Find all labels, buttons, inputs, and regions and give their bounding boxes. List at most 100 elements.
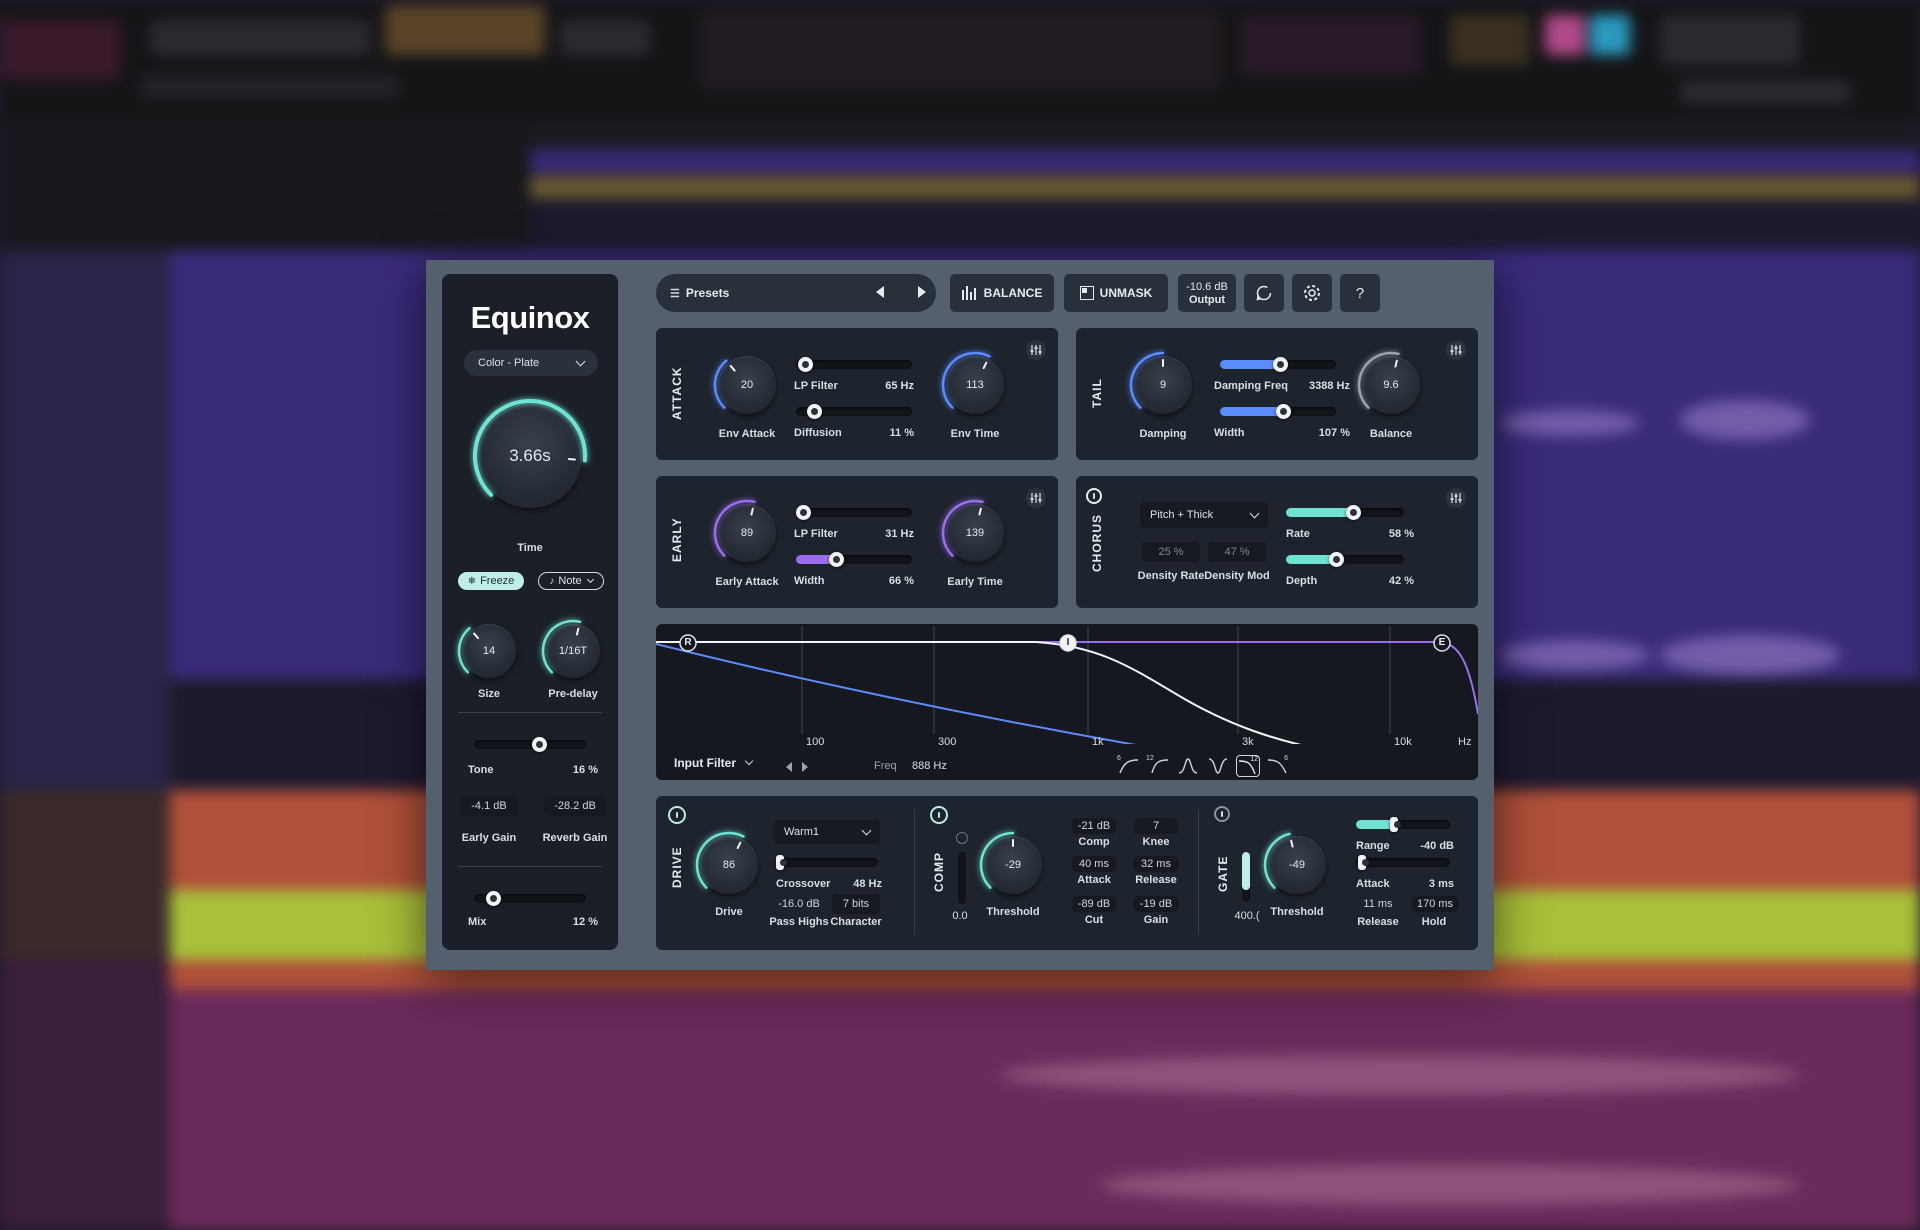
highpass-6db-icon[interactable]: 6 (1116, 755, 1140, 777)
density-mod-field[interactable]: 47 % (1208, 542, 1266, 562)
knee-field[interactable]: 7 (1134, 818, 1178, 834)
panel-settings-icon[interactable] (1446, 488, 1466, 508)
early-attack-knob[interactable]: 89 (713, 499, 776, 562)
diffusion-slider[interactable] (796, 404, 912, 419)
reverb-gain-field[interactable]: -28.2 dB (544, 796, 606, 816)
pass-highs-field[interactable]: -16.0 dB (774, 894, 824, 914)
crossover-slider[interactable] (776, 855, 878, 870)
time-value: 3.66s (509, 446, 551, 465)
damping-freq-slider[interactable] (1220, 357, 1336, 372)
slider-thumb[interactable] (1329, 552, 1345, 567)
lowpass-6db-icon[interactable]: 6 (1266, 755, 1290, 777)
panel-settings-icon[interactable] (1026, 488, 1046, 508)
output-gain-control[interactable]: -10.6 dB Output (1178, 274, 1236, 312)
snowflake-icon: ❄ (467, 575, 477, 587)
mix-slider[interactable] (474, 891, 586, 906)
filter-node-i-label: I (1066, 637, 1070, 648)
tail-width-slider[interactable] (1220, 404, 1336, 419)
gate-range-slider[interactable] (1356, 817, 1450, 832)
env-time-knob[interactable]: 113 (941, 351, 1004, 414)
slider-thumb[interactable] (1390, 817, 1402, 832)
next-preset-icon[interactable] (918, 286, 926, 298)
panel-settings-icon[interactable] (1026, 340, 1046, 360)
damping-knob[interactable]: 9 (1129, 351, 1192, 414)
comp-attack-field[interactable]: 40 ms (1072, 856, 1116, 872)
comp-threshold-knob[interactable]: -29 (979, 831, 1042, 894)
chorus-mode-dropdown[interactable]: Pitch + Thick (1140, 502, 1268, 528)
comp-release-field[interactable]: 32 ms (1134, 856, 1178, 872)
early-lp-filter-slider[interactable] (796, 505, 912, 520)
gate-release-field[interactable]: 11 ms (1356, 896, 1400, 912)
early-gain-field[interactable]: -4.1 dB (460, 796, 518, 816)
early-width-slider[interactable] (796, 552, 912, 567)
density-rate-field[interactable]: 25 % (1142, 542, 1200, 562)
help-button[interactable]: ? (1340, 274, 1380, 312)
env-attack-knob[interactable]: 20 (713, 356, 776, 414)
chorus-power-icon[interactable] (1086, 488, 1102, 504)
previous-filter-icon[interactable] (786, 762, 792, 772)
freeze-toggle[interactable]: ❄ Freeze (458, 572, 524, 590)
settings-button[interactable] (1292, 274, 1332, 312)
slider-thumb[interactable] (807, 404, 823, 419)
slider-thumb[interactable] (1272, 357, 1288, 372)
slider-thumb[interactable] (796, 505, 811, 520)
question-mark-icon: ? (1355, 284, 1365, 302)
previous-preset-icon[interactable] (876, 286, 884, 298)
gate-attack-slider[interactable] (1356, 855, 1450, 870)
gate-title: GATE (1216, 855, 1230, 892)
presets-bar[interactable]: ☰ Presets (656, 274, 936, 312)
cut-field[interactable]: -89 dB (1072, 896, 1116, 912)
chevron-down-icon (586, 575, 594, 584)
comp-ratio-field[interactable]: -21 dB (1072, 818, 1116, 834)
balance-knob[interactable]: 9.6 (1357, 351, 1420, 414)
undo-history-button[interactable] (1244, 274, 1284, 312)
filter-selector-dropdown[interactable]: Input Filter (674, 756, 754, 770)
env-attack-value: 20 (740, 379, 754, 391)
time-knob[interactable]: 3.66s (473, 399, 587, 508)
notch-filter-icon[interactable] (1206, 755, 1230, 777)
note-sync-dropdown[interactable]: ♪ Note (538, 572, 604, 590)
daw-toolbar (0, 0, 1920, 120)
attack-lp-filter-slider[interactable] (796, 357, 912, 372)
size-knob[interactable]: 14 (457, 624, 516, 678)
comp-gain-field[interactable]: -19 dB (1134, 896, 1178, 912)
tail-width-label: Width (1214, 427, 1245, 439)
slider-thumb[interactable] (1357, 855, 1369, 870)
next-filter-icon[interactable] (802, 762, 808, 772)
mix-slider-thumb[interactable] (485, 891, 501, 906)
lowpass-12db-icon[interactable]: 12 (1236, 755, 1260, 777)
gate-power-icon[interactable] (1214, 806, 1230, 822)
mix-label: Mix (468, 916, 487, 928)
slider-thumb[interactable] (1275, 404, 1291, 419)
slider-thumb[interactable] (1345, 505, 1361, 520)
freq-tick-hz: Hz (1458, 736, 1472, 748)
drive-knob[interactable]: 86 (695, 831, 758, 894)
unmask-button[interactable]: UNMASK (1064, 274, 1168, 312)
slider-thumb[interactable] (829, 552, 845, 567)
panel-settings-icon[interactable] (1446, 340, 1466, 360)
early-time-knob[interactable]: 139 (941, 499, 1004, 562)
drive-power-icon[interactable] (668, 806, 686, 824)
tone-slider-thumb[interactable] (532, 737, 548, 752)
slider-thumb[interactable] (798, 357, 814, 372)
predelay-knob[interactable]: 1/16T (541, 619, 600, 678)
freq-value[interactable]: 888 Hz (912, 760, 947, 772)
comp-power-icon[interactable] (930, 806, 948, 824)
balance-button[interactable]: BALANCE (950, 274, 1054, 312)
highpass-12db-icon[interactable]: 12 (1146, 755, 1170, 777)
drive-mode-dropdown[interactable]: Warm1 (774, 820, 880, 844)
slider-thumb[interactable] (776, 855, 787, 870)
tone-slider[interactable] (474, 737, 586, 752)
reverb-type-dropdown[interactable]: Color - Plate (464, 350, 598, 376)
gate-attack-label: Attack (1356, 878, 1390, 890)
character-field[interactable]: 7 bits (832, 894, 880, 914)
filter-node-e-label: E (1438, 637, 1446, 648)
chorus-rate-label: Rate (1286, 528, 1310, 540)
gate-hold-field[interactable]: 170 ms (1412, 896, 1458, 912)
predelay-label: Pre-delay (548, 688, 598, 700)
chorus-rate-slider[interactable] (1286, 505, 1404, 520)
bell-filter-icon[interactable] (1176, 755, 1200, 777)
chorus-depth-slider[interactable] (1286, 552, 1404, 567)
sidechain-link-icon[interactable] (956, 832, 968, 844)
gate-threshold-knob[interactable]: -49 (1263, 832, 1326, 894)
